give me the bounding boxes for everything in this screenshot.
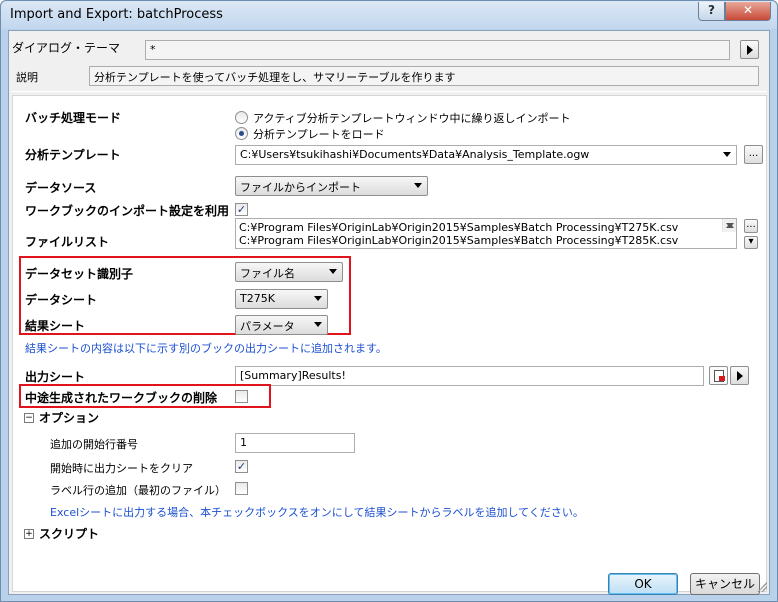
result-sheet-value: パラメータ xyxy=(240,320,295,333)
radio-repeat-import[interactable] xyxy=(235,111,248,124)
clear-output-label: 開始時に出力シートをクリア xyxy=(50,462,193,475)
result-sheet-label: 結果シート xyxy=(25,319,86,333)
template-path-combo[interactable]: C:¥Users¥tsukihashi¥Documents¥Data¥Analy… xyxy=(235,145,737,165)
radio-load-template-label: 分析テンプレートをロード xyxy=(253,128,385,141)
theme-menu-arrow-icon[interactable] xyxy=(740,40,759,59)
file-list-scrollbar[interactable] xyxy=(722,219,736,232)
radio-load-template[interactable] xyxy=(235,127,248,140)
description-label: 説明 xyxy=(16,71,38,84)
description-text: 分析テンプレートを使ってバッチ処理をし、サマリーテーブルを作ります xyxy=(89,66,759,86)
resize-grip-icon[interactable] xyxy=(757,582,767,592)
file-list-label: ファイルリスト xyxy=(25,235,110,249)
dataset-id-label: データセット識別子 xyxy=(25,267,134,281)
output-sheet-field[interactable]: [Summary]Results! xyxy=(235,366,704,386)
result-sheet-select[interactable]: パラメータ xyxy=(235,315,328,335)
chevron-down-icon xyxy=(414,183,422,188)
delete-intermediate-label: 中途生成されたワークブックの削除 xyxy=(25,391,218,405)
add-label-row-checkbox[interactable] xyxy=(235,482,248,495)
template-label: 分析テンプレート xyxy=(25,148,121,162)
clear-output-checkbox[interactable]: ✓ xyxy=(235,460,248,473)
result-note: 結果シートの内容は以下に示す別のブックの出力シートに追加されます。 xyxy=(25,342,387,355)
chevron-down-icon xyxy=(314,296,322,301)
start-row-label: 追加の開始行番号 xyxy=(50,438,138,451)
chevron-down-icon xyxy=(723,152,731,157)
data-source-label: データソース xyxy=(25,181,97,195)
radio-repeat-import-label: アクティブ分析テンプレートウィンドウ中に繰り返しインポート xyxy=(253,112,571,125)
window-title: Import and Export: batchProcess xyxy=(10,7,223,22)
theme-label: ダイアログ・テーマ xyxy=(12,41,121,55)
data-sheet-label: データシート xyxy=(25,293,98,307)
file-list-browse-button[interactable]: ... xyxy=(744,219,758,233)
divider xyxy=(11,91,767,92)
file-list-box[interactable]: C:¥Program Files¥OriginLab¥Origin2015¥Sa… xyxy=(235,218,737,249)
workbook-picker-icon[interactable] xyxy=(709,366,728,385)
divider xyxy=(23,358,758,359)
cancel-button[interactable]: キャンセル xyxy=(690,573,760,595)
file-list-expand-button[interactable]: ▾ xyxy=(744,236,758,249)
batch-mode-label: バッチ処理モード xyxy=(25,111,122,125)
collapse-icon[interactable]: − xyxy=(24,413,34,423)
use-import-label: ワークブックのインポート設定を利用 xyxy=(25,204,230,218)
dataset-id-select[interactable]: ファイル名 xyxy=(235,262,343,282)
theme-field[interactable]: * xyxy=(145,40,730,60)
dialog-window: Import and Export: batchProcess ? ✕ ダイアロ… xyxy=(0,0,778,602)
dataset-id-value: ファイル名 xyxy=(240,267,295,280)
script-label: スクリプト xyxy=(39,527,100,541)
chevron-down-icon xyxy=(329,269,337,274)
ok-button[interactable]: OK xyxy=(608,573,678,595)
help-button[interactable]: ? xyxy=(698,2,725,21)
close-button[interactable]: ✕ xyxy=(725,2,771,21)
divider xyxy=(23,170,758,171)
options-label: オプション xyxy=(39,411,100,425)
scroll-down-icon[interactable] xyxy=(726,223,734,228)
excel-note: Excelシートに出力する場合、本チェックボックスをオンにして結果シートからラベ… xyxy=(50,506,584,519)
output-sheet-label: 出力シート xyxy=(25,370,86,384)
list-item[interactable]: C:¥Program Files¥OriginLab¥Origin2015¥Sa… xyxy=(236,234,736,247)
chevron-down-icon xyxy=(314,322,322,327)
data-source-select[interactable]: ファイルからインポート xyxy=(235,176,428,196)
data-sheet-select[interactable]: T275K xyxy=(235,289,328,309)
title-bar: Import and Export: batchProcess ? ✕ xyxy=(1,1,777,29)
data-sheet-value: T275K xyxy=(240,292,275,305)
output-menu-arrow-icon[interactable] xyxy=(730,366,749,385)
expand-icon[interactable]: + xyxy=(24,529,34,539)
list-item[interactable]: C:¥Program Files¥OriginLab¥Origin2015¥Sa… xyxy=(236,221,736,234)
start-row-field[interactable]: 1 xyxy=(235,433,355,453)
delete-intermediate-checkbox[interactable] xyxy=(235,390,248,403)
template-path-value: C:¥Users¥tsukihashi¥Documents¥Data¥Analy… xyxy=(240,148,590,161)
settings-panel: バッチ処理モード アクティブ分析テンプレートウィンドウ中に繰り返しインポート 分… xyxy=(12,95,767,592)
add-label-row-label: ラベル行の追加（最初のファイル） xyxy=(50,484,226,497)
use-import-checkbox[interactable]: ✓ xyxy=(235,203,248,216)
divider xyxy=(113,416,758,417)
dialog-client: ダイアログ・テーマ * 説明 分析テンプレートを使ってバッチ処理をし、サマリーテ… xyxy=(8,30,770,595)
template-browse-button[interactable]: ... xyxy=(744,145,763,164)
data-source-value: ファイルからインポート xyxy=(240,181,361,194)
